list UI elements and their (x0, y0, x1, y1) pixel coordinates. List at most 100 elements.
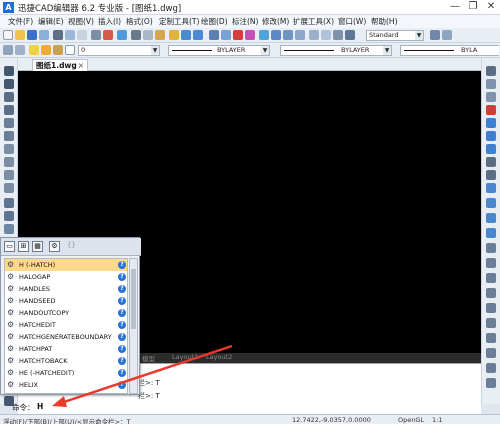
text-style-select[interactable]: Standard ▼ (366, 30, 424, 41)
list-item[interactable]: ⚙ HANDLES ? (5, 283, 127, 295)
layer-select[interactable]: 0 ▼ (78, 45, 160, 56)
undo-icon[interactable] (181, 30, 191, 40)
edit-polyline-icon[interactable] (486, 348, 496, 358)
fillet-icon[interactable] (486, 258, 496, 268)
array-icon[interactable] (486, 118, 496, 128)
offset-icon[interactable] (486, 105, 496, 115)
publish-icon[interactable] (77, 30, 87, 40)
menu-file[interactable]: 文件(F) (8, 16, 33, 27)
print-preview-icon[interactable] (65, 30, 75, 40)
menu-extend[interactable]: 扩展工具(X) (293, 16, 334, 27)
point-icon[interactable] (4, 224, 14, 234)
list-item[interactable]: ⚙ HATCHTOBACK ? (5, 355, 127, 367)
list-item[interactable]: ⚙ HATCHPAT ? (5, 343, 127, 355)
calculator-icon[interactable] (309, 30, 319, 40)
align-icon[interactable] (486, 303, 496, 313)
help-icon[interactable]: ? (118, 333, 126, 341)
zoom-window-icon[interactable] (245, 30, 255, 40)
paste-icon[interactable] (155, 30, 165, 40)
help-icon[interactable]: ? (118, 261, 126, 269)
make-block-icon[interactable] (4, 211, 14, 221)
menu-tools[interactable]: 定制工具(T) (159, 16, 199, 27)
menu-draw[interactable]: 绘图(D) (201, 16, 228, 27)
linetype-select[interactable]: BYLAYER ▼ (168, 45, 270, 56)
delete-icon[interactable] (233, 30, 243, 40)
list-item[interactable]: ⚙ HELIX ? (5, 379, 127, 391)
scale-icon[interactable] (486, 157, 496, 167)
layer-color-icon[interactable] (65, 45, 75, 55)
explode-icon[interactable] (486, 273, 496, 283)
save-as-icon[interactable] (39, 30, 49, 40)
copy-object-icon[interactable] (486, 79, 496, 89)
lineweight-select[interactable]: BYLAYER ▼ (280, 45, 392, 56)
match-properties-icon[interactable] (169, 30, 179, 40)
layers-icon[interactable] (3, 45, 13, 55)
list-item[interactable]: ⚙ HANDSEED ? (5, 295, 127, 307)
zoom-icon[interactable] (221, 30, 231, 40)
rectangle-icon[interactable] (4, 118, 14, 128)
mirror-icon[interactable] (486, 92, 496, 102)
revision-cloud-icon[interactable] (4, 157, 14, 167)
tab-layout1[interactable]: Layout1 (172, 353, 198, 361)
list-item[interactable]: ⚙ HALOGAP ? (5, 271, 127, 283)
menu-modify[interactable]: 修改(M) (262, 16, 289, 27)
export-icon[interactable] (117, 30, 127, 40)
menu-dimension[interactable]: 标注(N) (232, 16, 258, 27)
extend-icon[interactable] (486, 198, 496, 208)
new-file-icon[interactable] (3, 30, 13, 40)
doc-tab[interactable]: 图纸1.dwg × (32, 59, 88, 71)
scrollbar-thumb[interactable] (131, 269, 136, 329)
autocomplete-scrollbar[interactable] (129, 258, 138, 394)
circle-icon[interactable] (4, 144, 14, 154)
help-icon[interactable]: ? (118, 273, 126, 281)
minimize-button[interactable]: — (446, 0, 464, 15)
zoom-previous-icon[interactable] (259, 30, 269, 40)
list-item[interactable]: ⚙ H (-HATCH) ? (5, 259, 127, 271)
menu-window[interactable]: 窗口(W) (338, 16, 366, 27)
plot-icon[interactable] (91, 30, 101, 40)
help-icon[interactable]: ? (118, 381, 126, 389)
pdf-icon[interactable] (103, 30, 113, 40)
save-icon[interactable] (27, 30, 37, 40)
print-icon[interactable] (53, 30, 63, 40)
annotation-scale[interactable]: 1:1 (432, 416, 442, 424)
help-icon[interactable]: ? (118, 357, 126, 365)
lightbulb-icon[interactable] (29, 45, 39, 55)
help-icon[interactable]: ? (118, 309, 126, 317)
grid-view-button[interactable]: ⊞ (18, 241, 29, 252)
list-item[interactable]: ⚙ HATCHGENERATEBOUNDARY ? (5, 331, 127, 343)
redo-icon[interactable] (193, 30, 203, 40)
pan-icon[interactable] (209, 30, 219, 40)
list-item[interactable]: ⚙ HATCHEDIT ? (5, 319, 127, 331)
help-icon[interactable]: ? (118, 297, 126, 305)
rotate-icon[interactable] (486, 144, 496, 154)
chamfer-icon[interactable] (486, 243, 496, 253)
measure-icon[interactable] (486, 333, 496, 343)
list-view-button[interactable]: ▭ (4, 241, 15, 252)
stretch-icon[interactable] (486, 170, 496, 180)
tool-palette-icon[interactable] (295, 30, 305, 40)
opengl-indicator[interactable]: OpenGL (398, 416, 424, 424)
open-folder-icon[interactable] (15, 30, 25, 40)
divide-icon[interactable] (486, 318, 496, 328)
design-center-icon[interactable] (283, 30, 293, 40)
list-item[interactable]: ⚙ HANDOUTCOPY ? (5, 307, 127, 319)
polygon-icon[interactable] (4, 105, 14, 115)
move-icon[interactable] (486, 131, 496, 141)
menu-insert[interactable]: 插入(I) (98, 16, 121, 27)
system-variable-button[interactable]: ▦ (32, 241, 43, 252)
close-button[interactable]: ✕ (482, 0, 500, 15)
trim-icon[interactable] (486, 183, 496, 193)
menu-help[interactable]: 帮助(H) (371, 16, 398, 27)
tablestyle-icon[interactable] (442, 30, 452, 40)
line-icon[interactable] (4, 66, 14, 76)
layer-state-icon[interactable] (15, 45, 25, 55)
layer-manager-icon[interactable] (321, 30, 331, 40)
spline-icon[interactable] (4, 170, 14, 180)
command-input[interactable]: 命令： H (12, 402, 342, 413)
scissors-icon[interactable] (131, 30, 141, 40)
menu-edit[interactable]: 编辑(E) (38, 16, 64, 27)
erase-icon[interactable] (486, 66, 496, 76)
dimension-style-icon[interactable] (333, 30, 343, 40)
break-icon[interactable] (486, 213, 496, 223)
